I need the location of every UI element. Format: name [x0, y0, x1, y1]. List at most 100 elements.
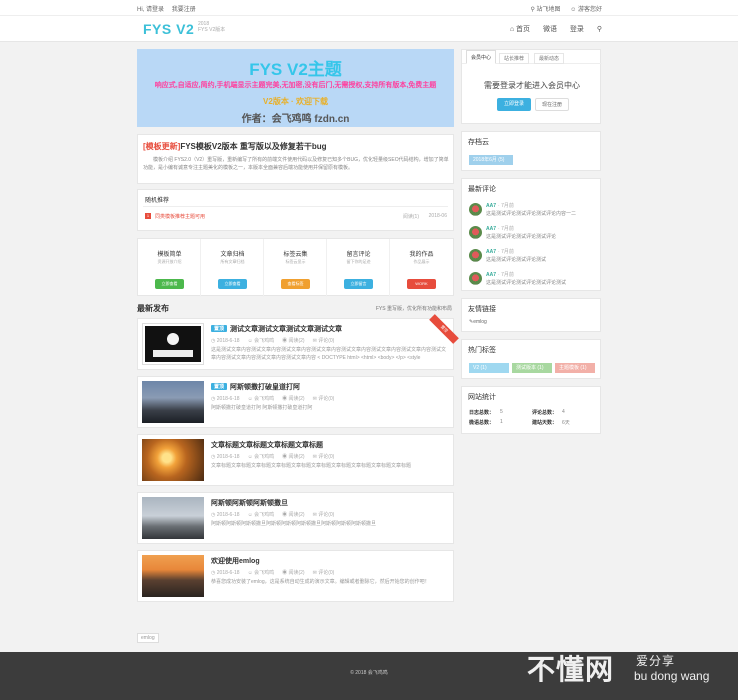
- panda-face: [167, 333, 179, 345]
- comments-card: 最新评论 AA7 · 7月前 这是测试评论测试评论测试评论内容一二 AA7 · 7月前这…: [461, 178, 601, 291]
- login-button[interactable]: 立即登录: [497, 98, 531, 111]
- post-excerpt: 阿斯顿阿斯顿阿斯顿撒旦阿斯顿阿斯顿阿斯顿撒旦阿斯顿阿斯顿阿斯顿撒旦: [211, 521, 377, 527]
- friend-link[interactable]: ✎emlog: [469, 319, 487, 325]
- feature-button[interactable]: 立即留言: [344, 279, 373, 289]
- avatar: [469, 249, 482, 262]
- login-message: 需要登录才能进入会员中心: [484, 81, 580, 90]
- post-card[interactable]: 欢迎使用emlog ◷ 2018-6-18 ☺ 会飞鸡鸣 ◉ 阅读(2) ✉ 评论(0)…: [137, 550, 454, 602]
- archive-tag[interactable]: 2018年6月 (5): [469, 155, 513, 165]
- comment-author: AA7 · 7月前: [486, 249, 514, 255]
- post-author: ☺ 会飞鸡鸣: [247, 396, 275, 402]
- feature-sub: 所有文章归档: [220, 259, 245, 264]
- post-card[interactable]: 阿斯顿阿斯顿阿斯顿撒旦 ◷ 2018-6-18 ☺ 会飞鸡鸣 ◉ 阅读(2) ✉ 评论(…: [137, 492, 454, 544]
- post-comments: ✉ 评论(0): [312, 396, 335, 402]
- feature-sub: 标签云显示: [285, 259, 306, 264]
- comments-title: 最新评论: [468, 186, 496, 193]
- comment-item[interactable]: AA7 · 7月前 这是测试评论测试评论测试评论内容一二: [462, 201, 602, 221]
- search-icon[interactable]: ⚲: [597, 26, 602, 33]
- post-excerpt: 恭喜您成功安装了emlog，这是系统自动生成的演示文章。编辑或者删除它，然后开始…: [211, 579, 430, 585]
- site-logo[interactable]: FYS V2: [143, 21, 194, 37]
- feature-sub: 作品展示: [413, 259, 430, 264]
- feature-title: 留言评论: [346, 252, 371, 258]
- post-author: ☺ 会飞鸡鸣: [247, 512, 275, 518]
- post-thumbnail[interactable]: [142, 439, 204, 481]
- comment-item[interactable]: AA7 · 7月前 这是测试评论测试评论测试评论测试: [462, 270, 602, 290]
- post-views: ◉ 阅读(2): [282, 396, 305, 402]
- post-title-text: 阿斯顿撒打破皇道打阿: [230, 384, 301, 391]
- stats-title: 网站统计: [468, 394, 496, 401]
- login-link[interactable]: Hi, 请登录: [137, 7, 164, 13]
- watermark-sub: 爱分享: [636, 654, 676, 668]
- post-card[interactable]: 置顶 测试文章测试文章测试文章测试文章 ◷ 2018-6-18 ☺ 会飞鸡鸣 ◉ 阅读(…: [137, 314, 459, 370]
- post-author: ☺ 会飞鸡鸣: [247, 338, 275, 344]
- nav-login[interactable]: 登录: [570, 26, 584, 33]
- tab-news[interactable]: 最新动态: [534, 53, 565, 64]
- post-title[interactable]: 欢迎使用emlog: [211, 556, 260, 566]
- hot-tag[interactable]: V2 (1): [469, 363, 509, 373]
- post-author: ☺ 会飞鸡鸣: [247, 454, 275, 460]
- post-views: ◉ 阅读(2): [282, 454, 305, 460]
- comment-item[interactable]: AA7 · 7月前 这是测试评论测试评论测试评论: [462, 224, 602, 244]
- sitemap-link[interactable]: ⚲ 站飞地图: [530, 7, 560, 13]
- recommend-title: 随机推荐: [145, 198, 170, 204]
- feature-title: 模板简单: [157, 252, 182, 258]
- post-thumbnail[interactable]: [142, 381, 204, 423]
- post-thumbnail[interactable]: [142, 555, 204, 597]
- feature-title: 标签云集: [283, 252, 308, 258]
- nav-home[interactable]: ⌂ 首页: [510, 26, 530, 33]
- post-title[interactable]: 文章标题文章标题文章标题文章标题: [211, 440, 323, 450]
- feature-button[interactable]: WORK: [407, 279, 436, 289]
- post-excerpt: 这是测试文章内容测试文章内容测试文章内容测试文章内容测试文章内容测试文章内容测试…: [211, 347, 447, 361]
- comment-author: AA7 · 7月前: [486, 203, 514, 209]
- tab-recommend[interactable]: 站长推荐: [499, 53, 530, 64]
- post-title[interactable]: 置顶 测试文章测试文章测试文章测试文章: [211, 324, 342, 334]
- archive-title: 存档云: [468, 139, 489, 146]
- post-views: ◉ 阅读(2): [282, 338, 305, 344]
- post-card[interactable]: 文章标题文章标题文章标题文章标题 ◷ 2018-6-18 ☺ 会飞鸡鸣 ◉ 阅读(2)…: [137, 434, 454, 486]
- hot-tag[interactable]: 测试版本 (1): [512, 363, 552, 373]
- post-title[interactable]: 阿斯顿阿斯顿阿斯顿撒旦: [211, 498, 288, 508]
- stat-value: 4: [562, 409, 565, 415]
- pager[interactable]: emlog: [137, 633, 159, 643]
- guest-menu[interactable]: ☺ 游客您好: [570, 7, 602, 13]
- archive-card: 存档云 2018年6月 (5): [461, 131, 601, 171]
- feature-sub: 留下你的足迹: [346, 259, 371, 264]
- comment-author: AA7 · 7月前: [486, 226, 514, 232]
- latest-note: FYS 重写版，优化所有功能和布局: [375, 306, 452, 312]
- comment-item[interactable]: AA7 · 7月前 这是测试评论测试评论测试: [462, 247, 602, 267]
- register-link[interactable]: 我要注册: [172, 7, 196, 13]
- links-title: 友情链接: [468, 306, 496, 313]
- stat-value: 1: [500, 419, 503, 425]
- post-thumbnail[interactable]: [142, 323, 204, 365]
- post-comments: ✉ 评论(0): [312, 570, 335, 576]
- feature-button[interactable]: 立即查看: [155, 279, 184, 289]
- post-title[interactable]: 置顶 阿斯顿撒打破皇道打阿: [211, 382, 300, 392]
- feature-button[interactable]: 立即查看: [218, 279, 247, 289]
- post-views: ◉ 阅读(2): [282, 512, 305, 518]
- post-comments: ✉ 评论(0): [312, 512, 335, 518]
- feature-item: 标签云集 标签云显示查看标签: [264, 239, 327, 297]
- register-button[interactable]: 现在注册: [535, 98, 569, 111]
- feature-title: 文章归档: [220, 252, 245, 258]
- recommend-date: 2018-06: [428, 213, 447, 219]
- post-thumbnail[interactable]: [142, 497, 204, 539]
- feature-title: 我的作品: [409, 252, 434, 258]
- notice-title[interactable]: [模板更新]FYS模板V2版本 重写版以及修复若干bug: [143, 141, 327, 152]
- recommend-item[interactable]: 同类模板推荐主题可用: [155, 213, 205, 220]
- hot-tag[interactable]: 主题模板 (1): [555, 363, 595, 373]
- tab-member[interactable]: 会员中心: [466, 50, 497, 64]
- recommend-views: 阅读(1): [402, 214, 419, 220]
- site-footer: © 2018 会飞鸡鸣 不懂网 爱分享 bu dong wang: [0, 652, 738, 700]
- hero-banner[interactable]: FYS V2主题 响应式,自适应,简约,手机端显示主题完美,无加密,没有后门,无…: [137, 49, 454, 127]
- nav-chat[interactable]: 微语: [543, 26, 557, 33]
- feature-button[interactable]: 查看标签: [281, 279, 310, 289]
- stat-label: 建站天数：: [532, 420, 558, 426]
- comment-text: 这是测试评论测试评论测试评论测试: [486, 280, 567, 286]
- feature-sub: 资源开放介绍: [157, 259, 182, 264]
- sticky-ribbon: 置顶: [429, 314, 459, 344]
- post-excerpt: 阿斯顿撒打破皇道打阿 阿斯顿撒打破皇道打阿: [211, 405, 313, 411]
- post-card[interactable]: 置顶 阿斯顿撒打破皇道打阿 ◷ 2018-6-18 ☺ 会飞鸡鸣 ◉ 阅读(2) ✉ 评论…: [137, 376, 454, 428]
- banner-author: 作者：会飞鸡鸣 fzdn.cn: [241, 114, 350, 125]
- post-meta: ◷ 2018-6-18 ☺ 会飞鸡鸣 ◉ 阅读(2) ✉ 评论(0): [211, 569, 342, 576]
- avatar: [469, 272, 482, 285]
